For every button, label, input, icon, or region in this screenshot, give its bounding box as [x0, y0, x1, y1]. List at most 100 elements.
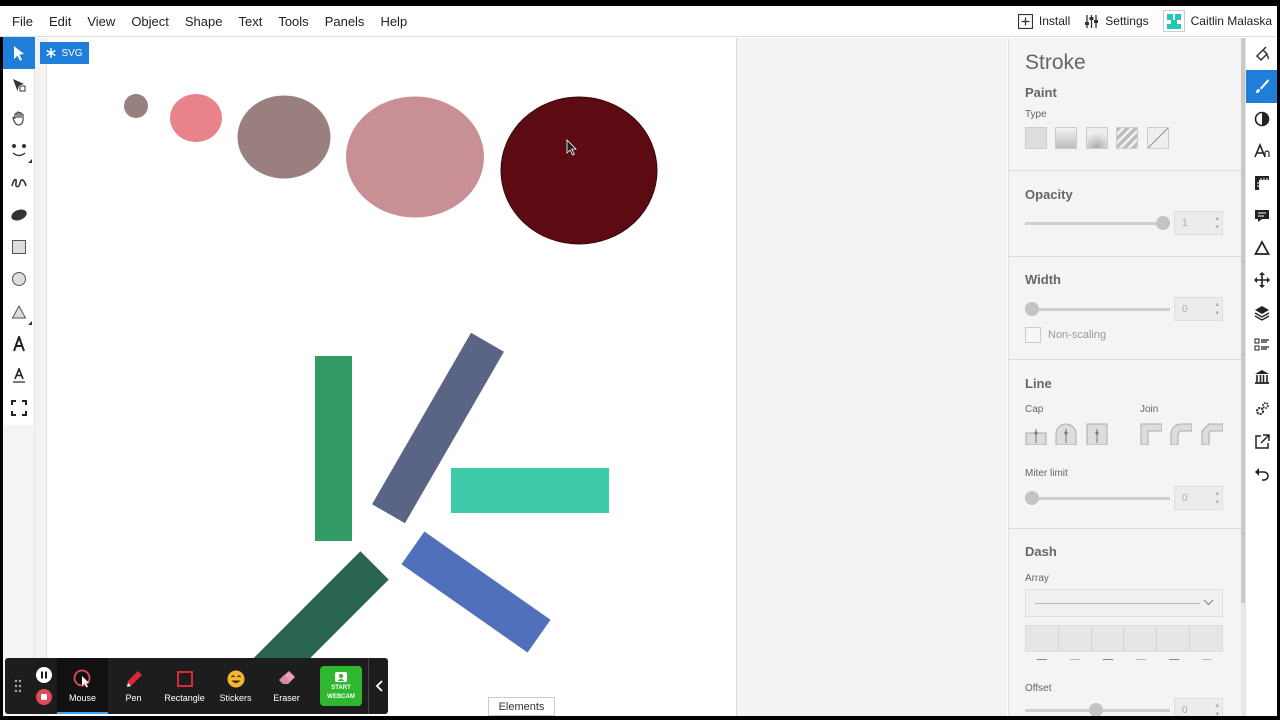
geometry-panel-tab[interactable] [1246, 232, 1278, 264]
dash-array-select[interactable] [1025, 589, 1223, 617]
start-webcam-button[interactable]: START WEBCAM [320, 666, 362, 706]
dash-cell[interactable] [1091, 626, 1125, 651]
paint-heading: Paint [1025, 85, 1057, 100]
recorder-pen-tool[interactable]: Pen [108, 658, 159, 714]
ruler-icon [1255, 176, 1269, 191]
export-panel-tab[interactable] [1246, 426, 1278, 458]
paint-type-none[interactable] [1147, 127, 1169, 149]
cap-round-icon[interactable] [1055, 423, 1077, 445]
opacity-input[interactable]: 1 ▴ ▾ [1174, 211, 1223, 235]
join-bevel-icon[interactable] [1201, 423, 1223, 445]
mouse-highlight-icon [73, 669, 90, 688]
rectangle-shape[interactable] [315, 356, 352, 541]
list-panel-tab[interactable] [1246, 329, 1278, 361]
recorder-rectangle-tool[interactable]: Rectangle [159, 658, 210, 714]
grip-dots-icon [14, 679, 22, 693]
pen-icon [126, 671, 142, 687]
transform-panel-tab[interactable] [1246, 264, 1278, 296]
slider-knob[interactable] [1025, 491, 1039, 505]
spinner-icon[interactable]: ▴ ▾ [1215, 489, 1219, 507]
ruler-panel-tab[interactable] [1246, 167, 1278, 199]
paint-type-flat[interactable] [1025, 127, 1047, 149]
divider [1009, 170, 1241, 171]
stroke-panel-tab[interactable] [1246, 70, 1278, 103]
miter-label: Miter limit [1025, 468, 1068, 479]
library-panel-tab[interactable] [1246, 361, 1278, 393]
width-input[interactable]: 0 ▴ ▾ [1174, 297, 1223, 321]
drag-handle[interactable] [5, 679, 31, 693]
opacity-value: 1 [1182, 218, 1188, 229]
slider-knob[interactable] [1025, 302, 1039, 316]
circle-shape[interactable] [500, 96, 658, 245]
dash-cell[interactable] [1157, 626, 1191, 651]
slider-knob[interactable] [1089, 703, 1103, 717]
miter-slider[interactable] [1025, 491, 1170, 505]
rectangle-shape[interactable] [451, 468, 609, 513]
type-label: Type [1025, 109, 1047, 120]
font-icon [1254, 143, 1270, 158]
stop-icon[interactable] [36, 689, 52, 705]
circle-shape[interactable] [237, 95, 331, 179]
cap-butt-icon[interactable] [1025, 423, 1047, 445]
layers-panel-tab[interactable] [1246, 296, 1278, 328]
nonscaling-checkbox[interactable] [1025, 327, 1041, 343]
width-heading: Width [1025, 272, 1061, 287]
dash-array-grid[interactable] [1025, 625, 1223, 652]
pause-icon[interactable] [36, 667, 52, 683]
slider-knob[interactable] [1156, 216, 1170, 230]
dash-cell[interactable] [1058, 626, 1092, 651]
dash-marks [1025, 659, 1223, 660]
panel-icon-bar [1245, 38, 1278, 720]
miter-value: 0 [1182, 493, 1188, 504]
paint-bucket-icon [1255, 46, 1270, 62]
miter-input[interactable]: 0 ▴ ▾ [1174, 486, 1223, 510]
paint-type-linear[interactable] [1055, 127, 1077, 149]
array-label: Array [1025, 573, 1049, 584]
divider [1009, 528, 1241, 529]
elements-tab[interactable]: Elements [488, 697, 555, 716]
stroke-panel: Stroke Paint Type Opacity 1 ▴ ▾ Width 0 ▴ ▾ … [1008, 38, 1241, 720]
collapse-toolbar-button[interactable] [368, 658, 388, 714]
paint-type-pattern[interactable] [1116, 127, 1138, 149]
divider [1009, 256, 1241, 257]
eraser-icon [278, 671, 295, 684]
cap-square-icon[interactable] [1086, 423, 1108, 445]
spinner-icon[interactable]: ▴ ▾ [1215, 300, 1219, 318]
dash-cell[interactable] [1026, 626, 1059, 651]
line-heading: Line [1025, 376, 1052, 391]
undo-icon [1255, 468, 1269, 481]
circle-shape[interactable] [346, 96, 484, 218]
join-miter-icon[interactable] [1140, 423, 1162, 445]
opacity-slider[interactable] [1025, 216, 1170, 230]
fill-panel-tab[interactable] [1246, 38, 1278, 70]
circle-shape[interactable] [124, 94, 148, 118]
dash-cell[interactable] [1124, 626, 1158, 651]
typography-panel-tab[interactable] [1246, 135, 1278, 167]
webcam-label-line1: START [331, 685, 351, 691]
offset-value: 0 [1182, 705, 1188, 716]
spinner-icon[interactable]: ▴ ▾ [1215, 214, 1219, 232]
history-panel-tab[interactable] [1246, 458, 1278, 490]
rectangle-shape[interactable] [401, 531, 551, 653]
join-round-icon[interactable] [1170, 423, 1192, 445]
webcam-label-line2: WEBCAM [327, 694, 355, 700]
recorder-rectangle-label: Rectangle [164, 693, 205, 703]
width-slider[interactable] [1025, 302, 1170, 316]
offset-slider[interactable] [1025, 703, 1170, 717]
comments-panel-tab[interactable] [1246, 199, 1278, 231]
rectangle-icon [176, 671, 193, 687]
move-arrows-icon [1254, 272, 1270, 289]
dash-cell[interactable] [1190, 626, 1222, 651]
library-icon [1255, 370, 1269, 385]
external-link-icon [1255, 433, 1270, 449]
paint-type-radial[interactable] [1086, 127, 1108, 149]
circle-shape[interactable] [170, 94, 222, 142]
recorder-stickers-tool[interactable]: Stickers [210, 658, 261, 714]
recorder-mouse-tool[interactable]: Mouse [57, 658, 108, 714]
speech-bubble-icon [1255, 209, 1269, 222]
cap-label: Cap [1025, 404, 1044, 415]
recorder-eraser-tool[interactable]: Eraser [261, 658, 312, 714]
brush-icon [1256, 79, 1269, 94]
contrast-panel-tab[interactable] [1246, 103, 1278, 135]
plugins-panel-tab[interactable] [1246, 393, 1278, 425]
